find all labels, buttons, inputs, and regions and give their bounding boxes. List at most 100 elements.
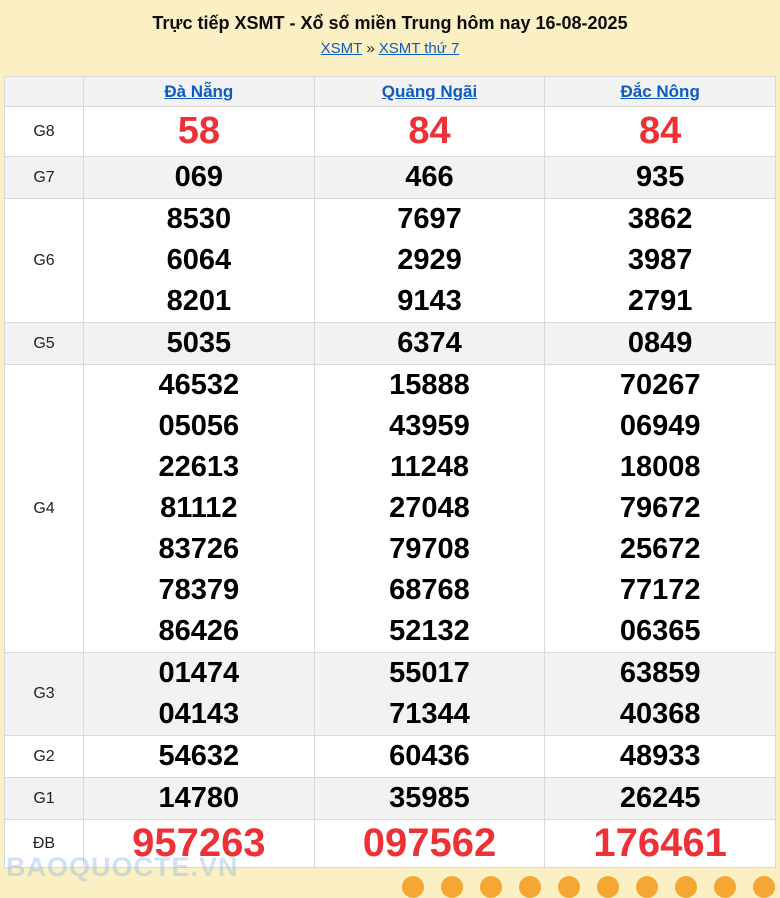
prize-number: 06949 <box>545 406 775 447</box>
prize-number: 68768 <box>315 570 545 611</box>
prize-number: 8201 <box>84 281 314 322</box>
prize-number: 48933 <box>545 736 775 777</box>
ball-icon <box>519 876 541 898</box>
result-cell: 54632 <box>84 736 315 778</box>
prize-number: 2791 <box>545 281 775 322</box>
result-cell: 01474 04143 <box>84 653 315 736</box>
prize-number: 3987 <box>545 240 775 281</box>
prize-number: 957263 <box>84 820 314 867</box>
prize-number: 40368 <box>545 694 775 735</box>
prize-number: 6374 <box>315 323 545 364</box>
result-cell: 069 <box>84 157 315 199</box>
ball-icon <box>558 876 580 898</box>
result-cell: 8530 6064 8201 <box>84 199 315 323</box>
prize-number: 097562 <box>315 820 545 867</box>
prize-number: 2929 <box>315 240 545 281</box>
prize-number: 11248 <box>315 447 545 488</box>
prize-label: G4 <box>5 365 84 653</box>
result-cell: 15888 43959 11248 27048 79708 68768 5213… <box>314 365 545 653</box>
result-cell: 0849 <box>545 323 776 365</box>
ball-icon <box>675 876 697 898</box>
prize-number: 466 <box>315 157 545 198</box>
prize-number: 5035 <box>84 323 314 364</box>
ball-icon <box>480 876 502 898</box>
prize-label: ĐB <box>5 820 84 868</box>
prize-number: 63859 <box>545 653 775 694</box>
prize-number: 7697 <box>315 199 545 240</box>
prize-label: G8 <box>5 107 84 157</box>
prize-number: 22613 <box>84 447 314 488</box>
prize-number: 46532 <box>84 365 314 406</box>
prize-number: 43959 <box>315 406 545 447</box>
result-cell: 466 <box>314 157 545 199</box>
prize-number: 8530 <box>84 199 314 240</box>
result-cell: 176461 <box>545 820 776 868</box>
prize-number: 04143 <box>84 694 314 735</box>
column-header-dac-nong: Đắc Nông <box>545 77 776 107</box>
ball-icon <box>597 876 619 898</box>
prize-number: 05056 <box>84 406 314 447</box>
lottery-results-table: Đà Nẵng Quảng Ngãi Đắc Nông G8 58 84 84 … <box>4 76 776 868</box>
prize-number: 15888 <box>315 365 545 406</box>
prize-number: 86426 <box>84 611 314 652</box>
prize-number: 9143 <box>315 281 545 322</box>
result-cell: 84 <box>314 107 545 157</box>
prize-row-g5: G5 5035 6374 0849 <box>5 323 776 365</box>
ball-icon <box>636 876 658 898</box>
prize-row-g8: G8 58 84 84 <box>5 107 776 157</box>
result-cell: 35985 <box>314 778 545 820</box>
prize-number: 58 <box>84 107 314 156</box>
prize-number: 83726 <box>84 529 314 570</box>
column-header-quang-ngai: Quảng Ngãi <box>314 77 545 107</box>
page: { "page": { "title": "Trực tiếp XSMT - X… <box>0 0 780 885</box>
breadcrumb: XSMT» XSMT thứ 7 <box>0 40 780 58</box>
result-cell: 63859 40368 <box>545 653 776 736</box>
prize-number: 3862 <box>545 199 775 240</box>
result-cell: 097562 <box>314 820 545 868</box>
result-cell: 7697 2929 9143 <box>314 199 545 323</box>
prize-number: 26245 <box>545 778 775 819</box>
column-header-da-nang: Đà Nẵng <box>84 77 315 107</box>
ball-icon <box>402 876 424 898</box>
prize-number: 81112 <box>84 488 314 529</box>
prize-row-g3: G3 01474 04143 55017 71344 63859 40368 <box>5 653 776 736</box>
prize-number: 01474 <box>84 653 314 694</box>
result-cell: 5035 <box>84 323 315 365</box>
prize-row-g6: G6 8530 6064 8201 7697 2929 9143 3862 39… <box>5 199 776 323</box>
city-link-da-nang[interactable]: Đà Nẵng <box>164 82 233 101</box>
prize-row-db: ĐB 957263 097562 176461 <box>5 820 776 868</box>
prize-number: 84 <box>315 107 545 156</box>
breadcrumb-separator: » <box>366 40 374 57</box>
prize-number: 52132 <box>315 611 545 652</box>
prize-row-g7: G7 069 466 935 <box>5 157 776 199</box>
prize-number: 55017 <box>315 653 545 694</box>
prize-label: G1 <box>5 778 84 820</box>
prize-number: 0849 <box>545 323 775 364</box>
lottery-balls-row <box>402 876 775 898</box>
result-cell: 3862 3987 2791 <box>545 199 776 323</box>
breadcrumb-link-xsmt-thu-7[interactable]: XSMT thứ 7 <box>379 40 460 57</box>
prize-number: 25672 <box>545 529 775 570</box>
prize-number: 27048 <box>315 488 545 529</box>
result-cell: 935 <box>545 157 776 199</box>
result-cell: 55017 71344 <box>314 653 545 736</box>
result-cell: 46532 05056 22613 81112 83726 78379 8642… <box>84 365 315 653</box>
page-header: Trực tiếp XSMT - Xổ số miền Trung hôm na… <box>0 0 780 58</box>
prize-number: 18008 <box>545 447 775 488</box>
prize-row-g2: G2 54632 60436 48933 <box>5 736 776 778</box>
prize-number: 79708 <box>315 529 545 570</box>
result-cell: 26245 <box>545 778 776 820</box>
result-cell: 60436 <box>314 736 545 778</box>
result-cell: 957263 <box>84 820 315 868</box>
result-cell: 58 <box>84 107 315 157</box>
prize-number: 84 <box>545 107 775 156</box>
prize-number: 176461 <box>545 820 775 867</box>
prize-label: G3 <box>5 653 84 736</box>
prize-number: 71344 <box>315 694 545 735</box>
prize-number: 60436 <box>315 736 545 777</box>
result-cell: 70267 06949 18008 79672 25672 77172 0636… <box>545 365 776 653</box>
prize-number: 79672 <box>545 488 775 529</box>
city-link-quang-ngai[interactable]: Quảng Ngãi <box>382 82 477 101</box>
breadcrumb-link-xsmt[interactable]: XSMT <box>321 40 363 57</box>
city-link-dac-nong[interactable]: Đắc Nông <box>620 82 699 101</box>
